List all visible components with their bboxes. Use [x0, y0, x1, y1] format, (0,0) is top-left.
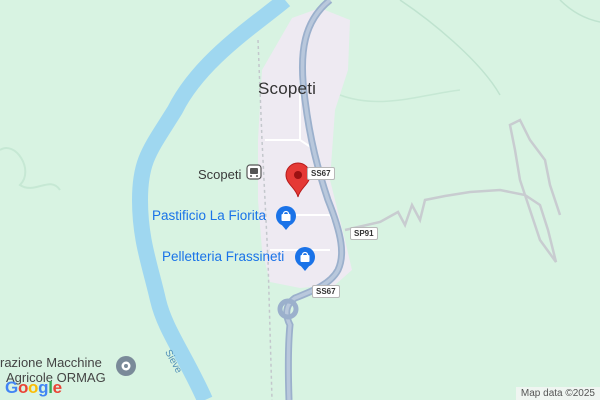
- road-shield-sp91: SP91: [350, 227, 378, 240]
- map-base-layer: [0, 0, 600, 400]
- town-label: Scopeti: [258, 79, 317, 98]
- contour-line: [0, 147, 61, 191]
- map-attribution[interactable]: Map data ©2025: [515, 387, 600, 400]
- road-shield-ss67: SS67: [307, 167, 335, 180]
- station-label: Scopeti: [198, 167, 242, 182]
- road-shield-ss67: SS67: [312, 285, 340, 298]
- poi-label-pastificio[interactable]: Pastificio La Fiorita: [152, 208, 266, 223]
- sp91-road: [344, 118, 562, 263]
- contour-line: [559, 0, 600, 23]
- map-canvas[interactable]: Scopeti Scopeti Pastificio La Fiorita Pe…: [0, 0, 600, 400]
- google-logo[interactable]: Google: [5, 378, 62, 398]
- contour-line: [399, 0, 501, 96]
- contour-line: [339, 89, 461, 103]
- business-pin-icon[interactable]: [116, 356, 136, 376]
- train-station-icon[interactable]: [246, 164, 262, 180]
- poi-label-pelletteria[interactable]: Pelletteria Frassineti: [162, 249, 284, 264]
- company-label-line1: razione Macchine: [0, 355, 102, 370]
